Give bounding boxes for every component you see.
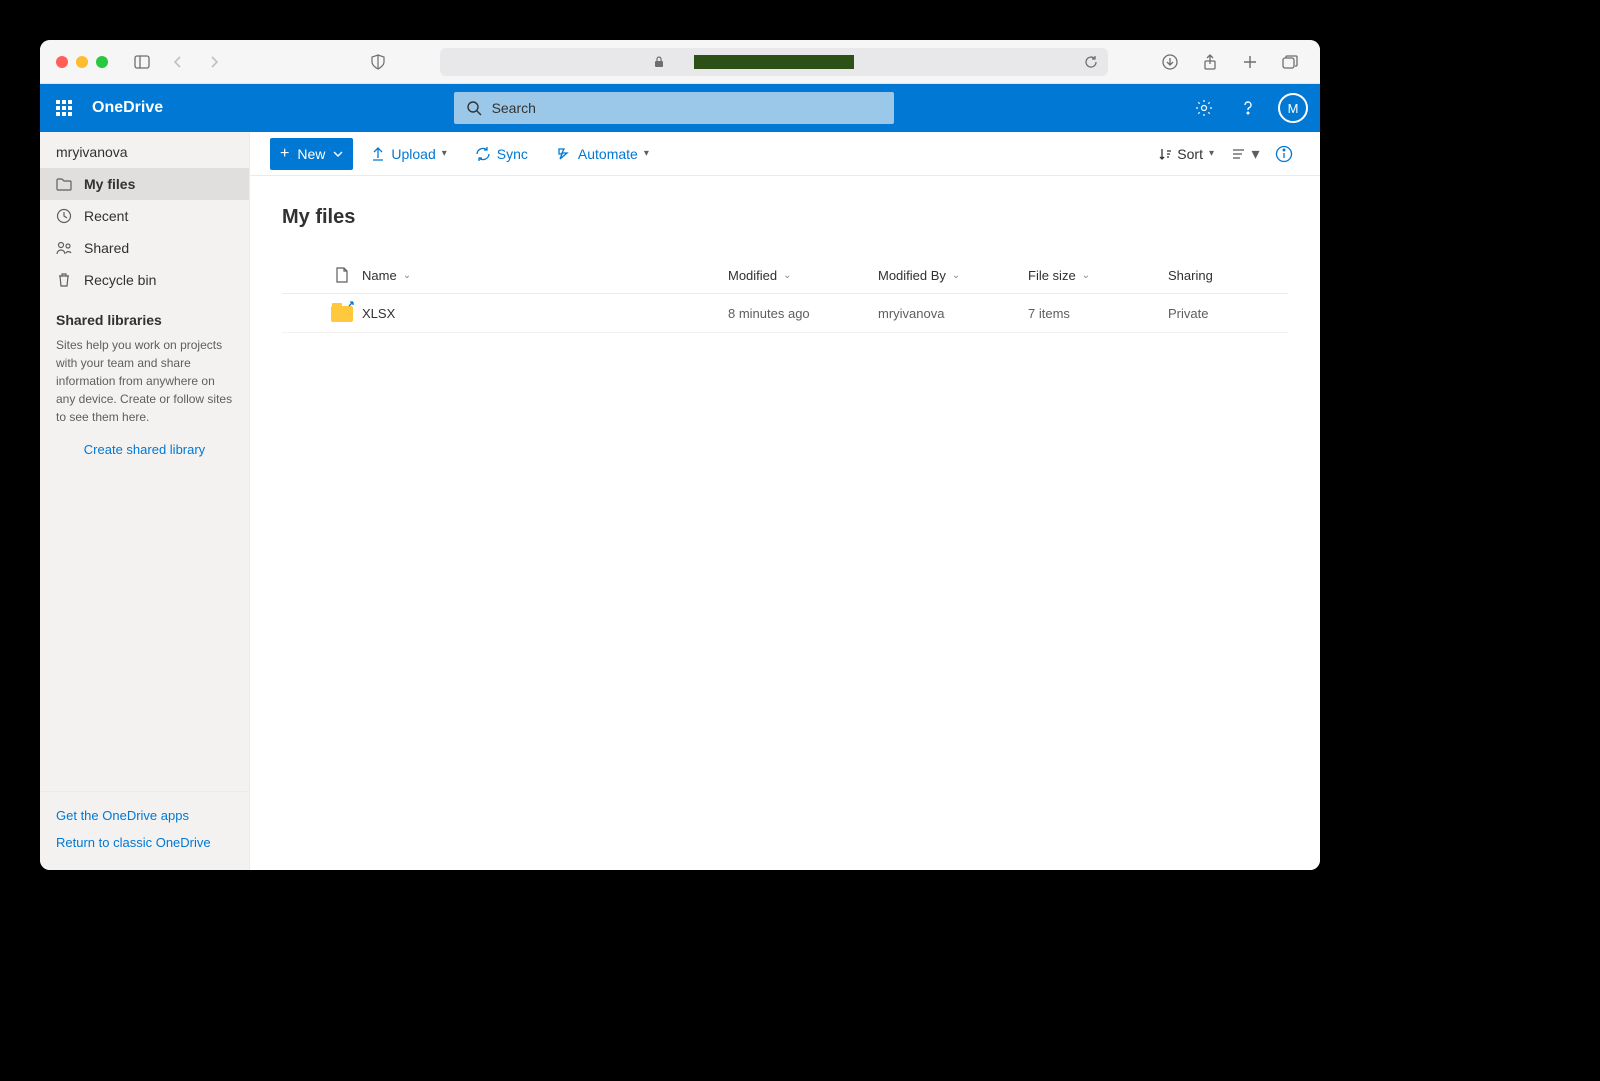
- onedrive-header: OneDrive M: [40, 84, 1320, 132]
- settings-button[interactable]: [1184, 88, 1224, 128]
- shield-icon[interactable]: [364, 48, 392, 76]
- chevron-down-icon: ▾: [644, 148, 649, 159]
- chevron-down-icon: ⌄: [403, 270, 411, 281]
- chevron-down-icon: [333, 151, 343, 157]
- automate-label: Automate: [578, 146, 638, 162]
- new-tab-icon[interactable]: [1236, 48, 1264, 76]
- search-icon: [466, 100, 482, 116]
- search-box[interactable]: [454, 92, 894, 124]
- column-modified[interactable]: Modified ⌄: [728, 268, 878, 283]
- downloads-icon[interactable]: [1156, 48, 1184, 76]
- chevron-down-icon: ▾: [442, 148, 447, 159]
- share-icon[interactable]: [1196, 48, 1224, 76]
- shared-libraries-heading: Shared libraries: [40, 296, 249, 336]
- sort-icon: [1159, 147, 1171, 161]
- table-header: Name ⌄ Modified ⌄ Modified By ⌄ File s: [282, 257, 1288, 294]
- get-onedrive-apps-link[interactable]: Get the OneDrive apps: [40, 802, 249, 829]
- sidebar-item-label: Recent: [84, 208, 128, 224]
- sidebar-item-label: Recycle bin: [84, 272, 156, 288]
- sidebar-item-recent[interactable]: Recent: [40, 200, 249, 232]
- trash-icon: [56, 272, 72, 288]
- automate-button[interactable]: Automate ▾: [546, 138, 659, 170]
- info-icon: [1275, 145, 1293, 163]
- sidebar-item-my-files[interactable]: My files: [40, 168, 249, 200]
- window-minimize-button[interactable]: [76, 56, 88, 68]
- sidebar-item-shared[interactable]: Shared: [40, 232, 249, 264]
- forward-button[interactable]: [200, 48, 228, 76]
- sidebar: mryivanova My files Recent: [40, 132, 250, 870]
- chevron-down-icon: ⌄: [1082, 270, 1090, 281]
- column-file-size[interactable]: File size ⌄: [1028, 268, 1168, 283]
- upload-button[interactable]: Upload ▾: [361, 138, 456, 170]
- brand-label: OneDrive: [92, 99, 163, 117]
- create-shared-library-link[interactable]: Create shared library: [40, 438, 249, 461]
- sidebar-item-recycle-bin[interactable]: Recycle bin: [40, 264, 249, 296]
- upload-icon: [371, 146, 385, 162]
- chevron-down-icon: ▾: [1251, 144, 1259, 164]
- info-button[interactable]: [1268, 138, 1300, 170]
- sync-button[interactable]: Sync: [465, 138, 538, 170]
- automate-icon: [556, 146, 572, 162]
- search-input[interactable]: [492, 100, 882, 116]
- link-overlay-icon: [347, 300, 357, 310]
- sort-button[interactable]: Sort ▾: [1149, 138, 1224, 170]
- reload-icon[interactable]: [1084, 55, 1098, 69]
- column-modified-by[interactable]: Modified By ⌄: [878, 268, 1028, 283]
- new-button-label: New: [297, 146, 325, 162]
- clock-icon: [56, 208, 72, 224]
- column-sharing[interactable]: Sharing: [1168, 268, 1288, 283]
- help-button[interactable]: [1228, 88, 1268, 128]
- sidebar-item-label: Shared: [84, 240, 129, 256]
- row-modified: 8 minutes ago: [728, 306, 878, 321]
- sidebar-toggle-icon[interactable]: [128, 48, 156, 76]
- app-launcher-button[interactable]: [40, 84, 88, 132]
- plus-icon: +: [280, 145, 289, 163]
- chevron-down-icon: ⌄: [783, 270, 791, 281]
- sort-label: Sort: [1177, 146, 1203, 162]
- row-name: XLSX: [362, 306, 728, 321]
- lock-icon: [654, 56, 664, 68]
- file-table: Name ⌄ Modified ⌄ Modified By ⌄ File s: [282, 257, 1288, 333]
- row-sharing: Private: [1168, 306, 1288, 321]
- gear-icon: [1195, 99, 1213, 117]
- user-avatar[interactable]: M: [1278, 93, 1308, 123]
- document-icon: [335, 267, 349, 283]
- window-close-button[interactable]: [56, 56, 68, 68]
- command-bar: + New Upload ▾ Sync Automate ▾: [250, 132, 1320, 176]
- folder-icon: [331, 304, 353, 322]
- page-title: My files: [282, 206, 1288, 229]
- file-type-column-icon[interactable]: [322, 267, 362, 283]
- upload-label: Upload: [391, 146, 435, 162]
- tabs-icon[interactable]: [1276, 48, 1304, 76]
- table-row[interactable]: XLSX 8 minutes ago mryivanova 7 items Pr…: [282, 294, 1288, 333]
- back-button[interactable]: [164, 48, 192, 76]
- list-view-icon: [1232, 148, 1248, 160]
- column-name[interactable]: Name ⌄: [362, 268, 728, 283]
- shared-libraries-description: Sites help you work on projects with you…: [40, 336, 249, 438]
- sidebar-item-label: My files: [84, 176, 135, 192]
- folder-icon: [56, 176, 72, 192]
- sync-icon: [475, 146, 491, 162]
- browser-chrome: [40, 40, 1320, 84]
- url-redacted: [694, 55, 854, 69]
- return-classic-link[interactable]: Return to classic OneDrive: [40, 829, 249, 856]
- sync-label: Sync: [497, 146, 528, 162]
- view-options-button[interactable]: ▾: [1230, 138, 1262, 170]
- chevron-down-icon: ▾: [1209, 148, 1214, 159]
- row-modified-by: mryivanova: [878, 306, 1028, 321]
- row-file-size: 7 items: [1028, 306, 1168, 321]
- people-icon: [56, 240, 72, 256]
- window-zoom-button[interactable]: [96, 56, 108, 68]
- chevron-down-icon: ⌄: [952, 270, 960, 281]
- sidebar-username: mryivanova: [40, 132, 249, 168]
- help-icon: [1239, 99, 1257, 117]
- new-button[interactable]: + New: [270, 138, 353, 170]
- address-bar[interactable]: [440, 48, 1108, 76]
